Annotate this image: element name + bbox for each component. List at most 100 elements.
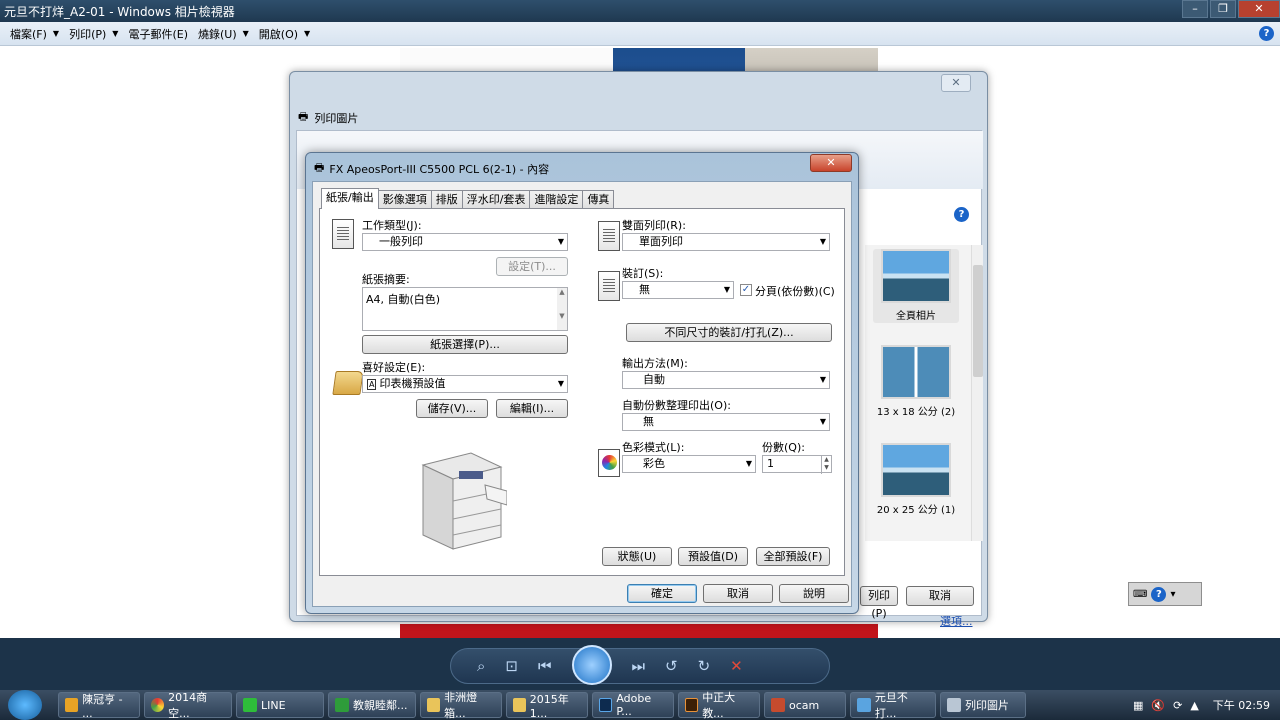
layout-scrollbar[interactable] xyxy=(971,245,983,541)
favorites-select[interactable]: A 印表機預設值 ▼ xyxy=(362,375,568,393)
rotate-right-icon[interactable]: ↻ xyxy=(698,657,711,675)
cancel-button[interactable]: 取消 xyxy=(906,586,974,606)
taskbar-item-ocam[interactable]: ocam xyxy=(764,692,846,718)
collate-checkbox[interactable]: ✓ xyxy=(740,284,752,296)
zoom-icon[interactable]: ⌕ xyxy=(477,657,485,675)
layout-20x25[interactable]: 20 x 25 公分 (1) xyxy=(873,443,959,517)
paper-select-button[interactable]: 紙張選擇(P)... xyxy=(362,335,568,354)
color-mode-icon xyxy=(598,449,620,477)
taskbar-item-folder-africa[interactable]: 非洲燈箱... xyxy=(420,691,502,720)
maximize-button[interactable]: ❐ xyxy=(1210,0,1236,18)
close-button[interactable]: ✕ xyxy=(810,154,852,172)
taskbar-item-folder-2015[interactable]: 2015年1... xyxy=(506,692,588,720)
volume-icon[interactable]: 🔇 xyxy=(1151,699,1165,712)
options-link[interactable]: 選項... xyxy=(940,613,973,629)
taskbar-item-group[interactable]: 教親睦鄰... xyxy=(328,692,416,718)
help-icon[interactable]: ? xyxy=(1151,586,1167,602)
layout-thumbnail xyxy=(881,249,951,303)
copies-label: 份數(Q): xyxy=(762,441,805,454)
menu-burn[interactable]: 燒錄(U) ▼ xyxy=(198,26,249,42)
slideshow-button[interactable] xyxy=(571,645,612,685)
keyboard-icon[interactable]: ⌨ xyxy=(1133,589,1147,600)
chrome-icon xyxy=(151,698,165,712)
cancel-button[interactable]: 取消 xyxy=(703,584,773,603)
menu-print[interactable]: 列印(P) ▼ xyxy=(69,26,118,42)
job-type-select[interactable]: 一般列印 ▼ xyxy=(362,233,568,251)
taskbar-item-outlook[interactable]: 陳冠亨 - ... xyxy=(58,692,140,720)
copies-value: 1 xyxy=(767,457,774,470)
start-button[interactable] xyxy=(8,690,42,720)
tab-fax[interactable]: 傳真 xyxy=(582,190,615,208)
close-icon[interactable]: ✕ xyxy=(941,74,971,92)
taskbar-item-print-pictures[interactable]: 列印圖片 xyxy=(940,692,1026,718)
duplex-select[interactable]: 單面列印 ▼ xyxy=(622,233,830,251)
minimize-button[interactable]: – xyxy=(1182,0,1208,18)
line-icon xyxy=(243,698,257,712)
all-defaults-button[interactable]: 全部預設(F) xyxy=(756,547,830,566)
chevron-down-icon: ▼ xyxy=(819,417,826,426)
viewer-title: 元旦不打烊_A2-01 - Windows 相片檢視器 xyxy=(4,4,235,19)
color-mode-select[interactable]: 彩色 ▼ xyxy=(622,455,756,473)
job-type-label: 工作類型(J): xyxy=(362,219,422,232)
sync-icon[interactable]: ⟳ xyxy=(1173,699,1182,712)
taskbar-item-illustrator[interactable]: 中正大教... xyxy=(678,691,760,720)
job-type-value: 一般列印 xyxy=(379,235,423,248)
copies-spinner[interactable]: ▲ ▼ xyxy=(821,456,831,474)
menu-open[interactable]: 開啟(O) ▼ xyxy=(259,26,310,42)
taskbar-item-photoshop[interactable]: Adobe P... xyxy=(592,692,674,718)
folder-icon xyxy=(513,698,526,712)
taskbar-item-photo-viewer[interactable]: 元旦不打... xyxy=(850,691,936,720)
tab-watermark[interactable]: 浮水印/套表 xyxy=(461,190,531,208)
taskbar-item-label: 中正大教... xyxy=(702,691,736,720)
mixed-size-staple-button[interactable]: 不同尺寸的裝訂/打孔(Z)... xyxy=(626,323,832,342)
actual-size-icon[interactable]: ⊡ xyxy=(505,657,518,675)
output-method-select[interactable]: 自動 ▼ xyxy=(622,371,830,389)
tab-layout[interactable]: 排版 xyxy=(430,190,463,208)
next-icon[interactable]: ⏭ xyxy=(632,657,646,675)
taskbar-item-label: 2014商空... xyxy=(168,691,208,720)
drive-icon[interactable]: ▲ xyxy=(1190,699,1198,712)
setup-button[interactable]: 設定(T)... xyxy=(496,257,568,276)
chevron-down-icon: ▼ xyxy=(745,459,752,468)
help-button[interactable]: 說明 xyxy=(779,584,849,603)
printer-icon: 🖶 xyxy=(314,161,325,174)
save-button[interactable]: 儲存(V)... xyxy=(416,399,488,418)
layout-13x18[interactable]: 13 x 18 公分 (2) xyxy=(873,345,959,419)
copies-input[interactable]: 1 ▲ ▼ xyxy=(762,455,832,474)
help-icon[interactable]: ? xyxy=(1259,26,1274,41)
help-icon[interactable]: ? xyxy=(954,207,969,222)
tab-image-options[interactable]: 影像選項 xyxy=(377,190,432,208)
auto-collate-select[interactable]: 無 ▼ xyxy=(622,413,830,431)
rotate-left-icon[interactable]: ↺ xyxy=(665,657,678,675)
paper-summary-box: A4, 自動(白色) ▲ ▼ xyxy=(362,287,568,331)
clock[interactable]: 下午 02:59 xyxy=(1213,697,1270,713)
edit-button[interactable]: 編輯(I)... xyxy=(496,399,568,418)
print-button[interactable]: 列印(P) xyxy=(860,586,898,620)
close-button[interactable]: ✕ xyxy=(1238,0,1280,18)
menu-file[interactable]: 檔案(F) ▼ xyxy=(10,26,59,42)
taskbar-item-line[interactable]: LINE xyxy=(236,692,324,718)
network-icon[interactable]: ▦ xyxy=(1133,699,1143,712)
menu-email[interactable]: 電子郵件(E) xyxy=(128,26,188,42)
paper-summary-label: 紙張摘要: xyxy=(362,273,410,286)
scroll-thumb[interactable] xyxy=(973,265,983,377)
staple-select[interactable]: 無 ▼ xyxy=(622,281,734,299)
defaults-button[interactable]: 預設值(D) xyxy=(678,547,748,566)
ok-button[interactable]: 確定 xyxy=(627,584,697,603)
language-bar[interactable]: ⌨ ? ▾ xyxy=(1128,582,1202,606)
status-button[interactable]: 狀態(U) xyxy=(602,547,672,566)
chevron-down-icon[interactable]: ▾ xyxy=(1170,589,1175,600)
previous-icon[interactable]: ⏮ xyxy=(538,657,552,675)
chevron-down-icon: ▼ xyxy=(557,379,564,388)
favorites-folder-icon xyxy=(332,371,364,395)
layout-label: 13 x 18 公分 (2) xyxy=(876,407,956,418)
printer-illustration xyxy=(421,452,507,550)
tab-advanced[interactable]: 進階設定 xyxy=(529,190,584,208)
taskbar-item-chrome[interactable]: 2014商空... xyxy=(144,691,232,720)
paper-summary-scrollbar[interactable]: ▲ ▼ xyxy=(557,288,567,330)
print-dialog-title-text: 列印圖片 xyxy=(314,111,359,125)
printer-icon: 🖶 xyxy=(298,110,309,123)
tab-paper-output[interactable]: 紙張/輸出 xyxy=(321,188,379,209)
delete-icon[interactable]: ✕ xyxy=(730,657,743,675)
layout-full-page[interactable]: 全頁相片 xyxy=(873,249,959,323)
